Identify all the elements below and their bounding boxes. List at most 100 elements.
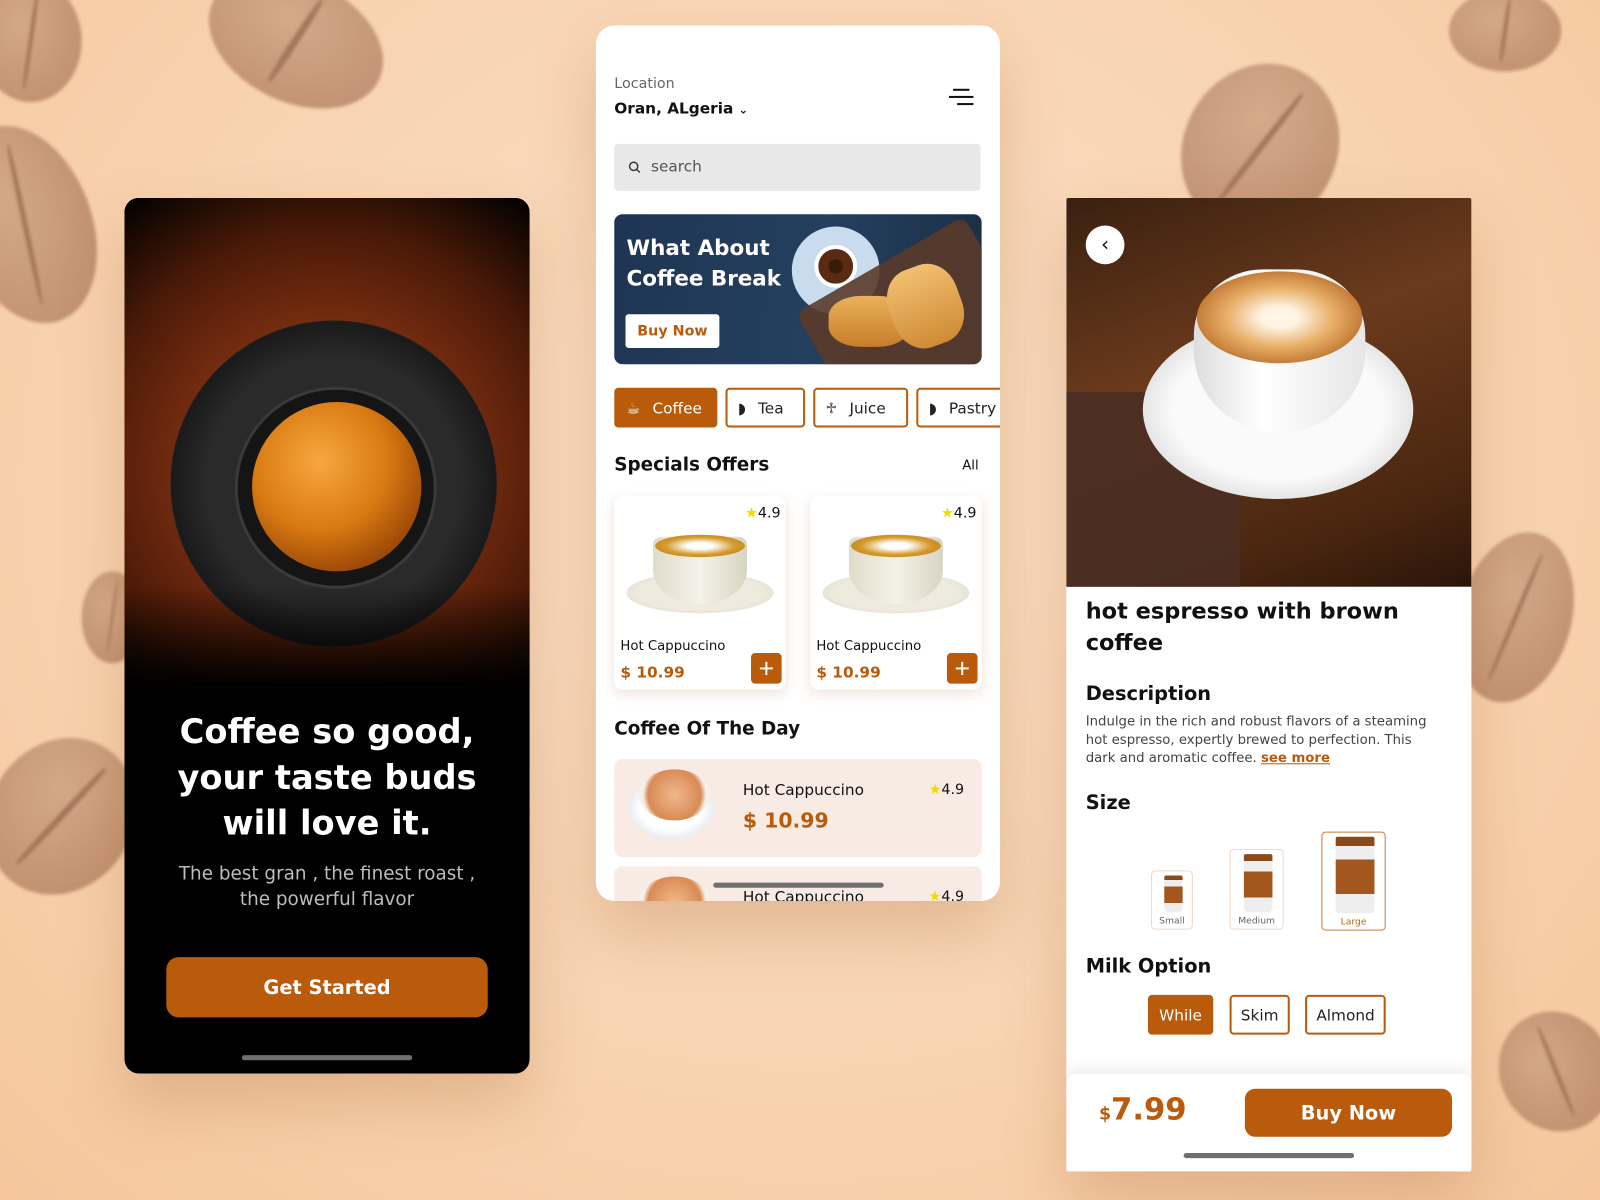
croissant-icon: ◗ — [737, 398, 746, 417]
search-icon — [628, 161, 641, 173]
promo-banner[interactable]: What About Coffee Break Buy Now — [614, 214, 982, 365]
item-name: Hot Cappuccino — [620, 638, 726, 655]
add-to-cart-button[interactable]: + — [751, 653, 782, 684]
coffee-bean-decoration — [0, 105, 123, 344]
milk-option-while[interactable]: While — [1147, 994, 1214, 1035]
croissant-icon: ◗ — [928, 398, 937, 417]
size-label: Small — [1159, 916, 1185, 927]
plus-icon: + — [954, 653, 970, 684]
onboarding-subtitle: The best gran , the finest roast , the p… — [124, 861, 529, 912]
takeaway-cup-icon — [1163, 875, 1183, 913]
category-tea[interactable]: ◗ Tea — [725, 387, 806, 428]
location-value: Oran, ALgeria — [614, 98, 734, 118]
star-icon: ★ — [745, 505, 758, 522]
location-label: Location — [614, 75, 675, 92]
subtitle-line: the powerful flavor — [239, 888, 415, 911]
showcase-canvas: Coffee so good, your taste buds will lov… — [0, 0, 1600, 1200]
item-rating: 4.9 — [941, 888, 965, 902]
home-screen: Location Oran, ALgeria ⌄ search What Abo… — [595, 25, 1000, 902]
home-indicator — [241, 1055, 413, 1061]
category-label: Tea — [758, 398, 784, 417]
product-detail-screen: ‹ hot espresso with brown coffee Descrip… — [1066, 197, 1472, 1172]
currency-symbol: $ — [1098, 1104, 1112, 1125]
menu-icon[interactable] — [948, 88, 974, 106]
size-option-large[interactable]: Large — [1321, 831, 1386, 931]
location-selector[interactable]: Oran, ALgeria ⌄ — [614, 99, 748, 117]
size-label: Medium — [1238, 916, 1275, 927]
category-pastry[interactable]: ◗ Pastry — [916, 387, 1000, 428]
category-juice[interactable]: ♱ Juice — [813, 387, 909, 428]
search-placeholder: search — [651, 157, 702, 176]
category-label: Coffee — [652, 398, 702, 417]
item-price: $ 10.99 — [620, 663, 685, 682]
category-coffee[interactable]: ☕ Coffee — [614, 387, 718, 428]
milk-option-title: Milk Option — [1085, 955, 1212, 978]
item-rating: 4.9 — [941, 781, 965, 798]
special-offer-card[interactable]: ★4.9 Hot Cappuccino $ 10.99 + — [614, 495, 786, 690]
chevron-left-icon: ‹ — [1101, 231, 1110, 257]
coffee-bean-decoration — [1476, 990, 1600, 1153]
home-indicator — [713, 882, 884, 888]
headline-line: Coffee so good, — [179, 711, 475, 752]
home-indicator — [1183, 1153, 1355, 1159]
latte-art-image — [851, 534, 941, 558]
item-price: $ 10.99 — [816, 663, 881, 682]
plus-icon: + — [758, 653, 775, 684]
purchase-bar: $7.99 Buy Now — [1066, 1073, 1472, 1172]
chevron-down-icon: ⌄ — [738, 103, 749, 117]
see-more-link[interactable]: see more — [1261, 751, 1330, 766]
star-icon: ★ — [940, 505, 954, 522]
star-icon: ★ — [928, 888, 942, 902]
specials-title: Specials Offers — [614, 454, 770, 476]
coffee-bean-decoration — [1448, 0, 1562, 72]
item-price: $ 10.99 — [742, 808, 829, 833]
description-text: Indulge in the rich and robust flavors o… — [1086, 713, 1438, 768]
product-photo: ‹ — [1066, 197, 1472, 587]
milk-option-almond[interactable]: Almond — [1305, 994, 1386, 1035]
item-name: Hot Cappuccino — [742, 780, 864, 799]
takeaway-cup-icon — [1243, 854, 1272, 913]
see-all-link[interactable]: All — [962, 458, 978, 473]
item-rating: 4.9 — [757, 505, 781, 522]
category-label: Juice — [849, 398, 886, 417]
takeaway-cup-icon — [1335, 836, 1374, 914]
star-icon: ★ — [928, 781, 942, 798]
headline-line: your taste buds — [177, 757, 477, 797]
latte-art-image — [655, 534, 745, 558]
latte-art-image — [1196, 271, 1363, 364]
category-label: Pastry — [948, 398, 997, 417]
item-name: Hot Cappuccino — [816, 638, 922, 655]
cappuccino-foam — [638, 769, 711, 821]
buy-now-button[interactable]: Buy Now — [1244, 1088, 1453, 1137]
coffee-of-day-title: Coffee Of The Day — [614, 718, 801, 740]
get-started-button[interactable]: Get Started — [166, 957, 488, 1018]
banner-title: Coffee Break — [626, 266, 782, 291]
image-fade — [124, 585, 530, 688]
juice-icon: ♱ — [825, 398, 838, 417]
coffee-bean-decoration — [0, 0, 82, 103]
special-offer-card[interactable]: ★4.9 Hot Cappuccino $ 10.99 + — [810, 495, 982, 690]
onboarding-screen: Coffee so good, your taste buds will lov… — [124, 197, 530, 1074]
item-name: Hot Cappuccino — [742, 887, 864, 902]
espresso-image — [252, 402, 422, 572]
banner-title: What About — [626, 235, 770, 261]
add-to-cart-button[interactable]: + — [946, 653, 978, 684]
coffee-bean-decoration — [186, 0, 406, 136]
headline-line: will love it. — [222, 803, 432, 843]
back-button[interactable]: ‹ — [1085, 225, 1125, 265]
onboarding-headline: Coffee so good, your taste buds will lov… — [124, 708, 529, 846]
milk-option-skim[interactable]: Skim — [1229, 994, 1290, 1035]
description-body: Indulge in the rich and robust flavors o… — [1085, 714, 1427, 767]
size-title: Size — [1085, 791, 1131, 815]
coffee-cup-icon: ☕ — [626, 398, 641, 417]
coffee-of-day-item[interactable]: Hot Cappuccino $ 10.99 ★4.9 — [614, 759, 982, 858]
product-price: 7.99 — [1111, 1091, 1187, 1128]
cappuccino-image — [638, 876, 711, 902]
size-option-small[interactable]: Small — [1151, 870, 1193, 930]
search-input[interactable]: search — [614, 143, 981, 191]
banner-buy-now-button[interactable]: Buy Now — [625, 314, 720, 348]
size-label: Large — [1340, 917, 1367, 928]
subtitle-line: The best gran , the finest roast , — [178, 863, 476, 885]
size-option-medium[interactable]: Medium — [1229, 848, 1284, 930]
item-rating: 4.9 — [953, 505, 977, 522]
